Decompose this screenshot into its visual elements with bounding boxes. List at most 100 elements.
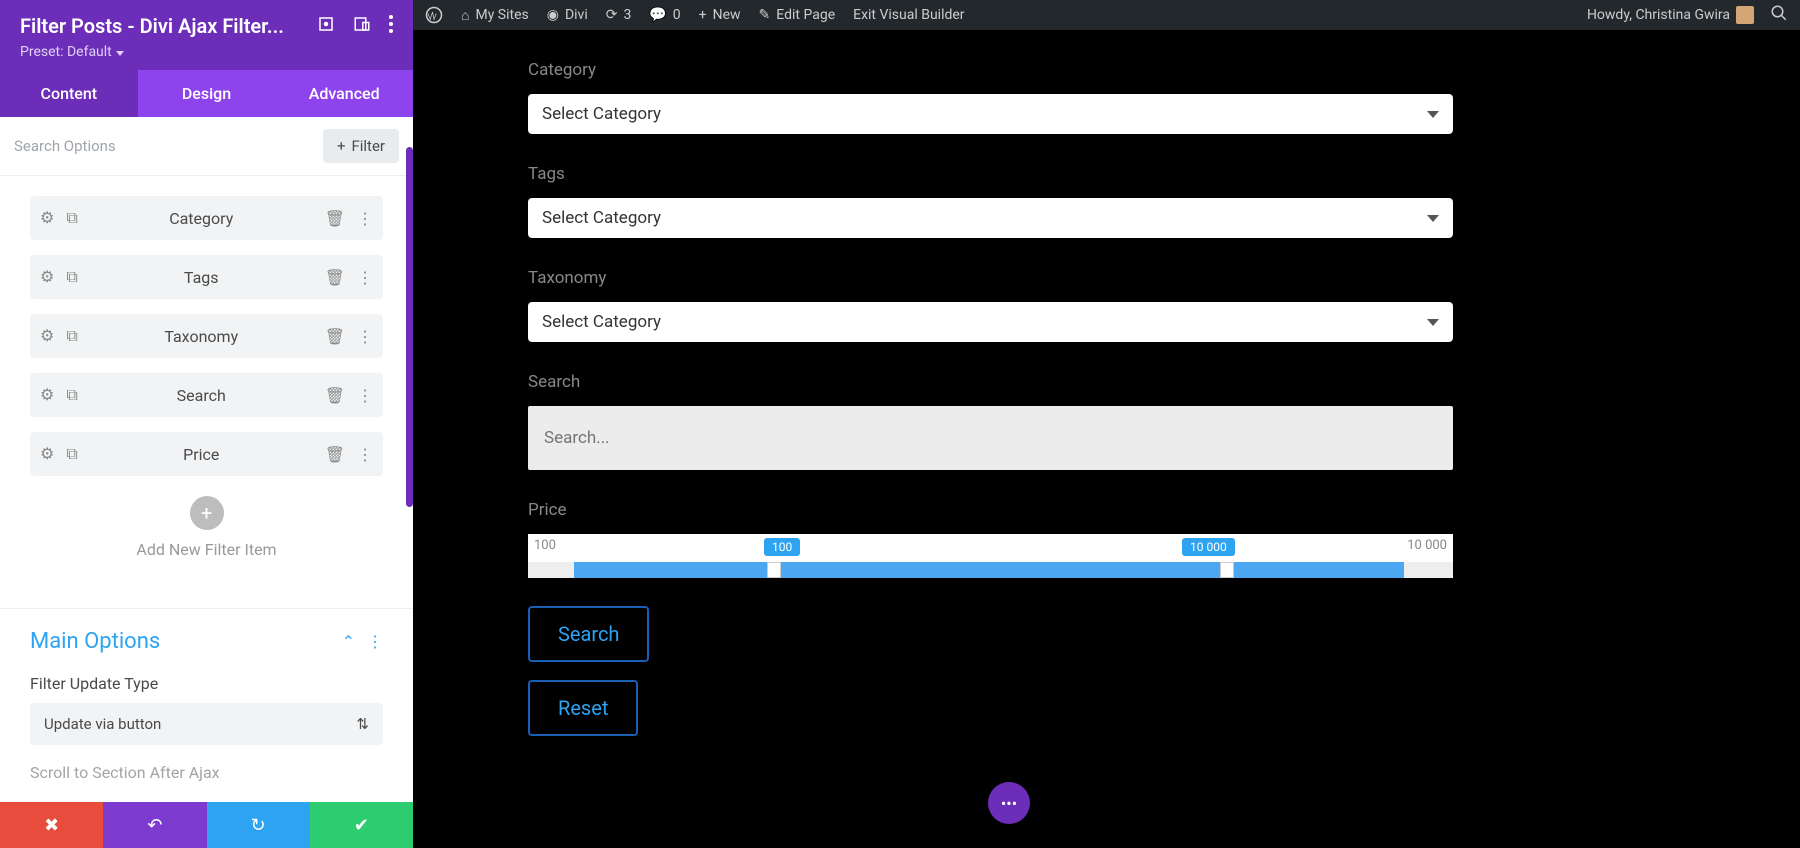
tab-content[interactable]: Content (0, 70, 138, 117)
expand-icon[interactable] (317, 15, 335, 37)
responsive-icon[interactable] (353, 15, 371, 37)
module-title: Filter Posts - Divi Ajax Filter... (20, 14, 284, 38)
taxonomy-select[interactable]: Select Category (528, 302, 1453, 342)
comments-link[interactable]: 💬0 (649, 7, 680, 23)
slider-handle-low[interactable] (767, 562, 781, 578)
save-button[interactable]: ✔ (310, 802, 413, 848)
search-options-label: Search Options (14, 137, 116, 155)
filter-item-label: Category (78, 209, 325, 228)
gear-icon[interactable]: ⚙ (40, 208, 54, 228)
main-options-section: Main Options ⌃⋮ Filter Update Type Updat… (0, 608, 413, 802)
trash-icon[interactable]: 🗑 (325, 445, 345, 464)
filter-item-label: Price (78, 445, 325, 464)
trash-icon[interactable]: 🗑 (325, 327, 345, 346)
more-icon[interactable]: ⋮ (367, 632, 383, 651)
more-icon[interactable]: ⋮ (357, 445, 373, 464)
taxonomy-label: Taxonomy (528, 268, 1453, 288)
filter-item[interactable]: ⚙ ⧉ Search 🗑 ⋮ (30, 373, 383, 417)
refresh-link[interactable]: ⟳3 (606, 7, 632, 23)
home-icon: ⌂ (461, 7, 469, 24)
add-new-filter: + Add New Filter Item (30, 496, 383, 559)
undo-icon: ↶ (147, 815, 162, 836)
settings-sidebar: Filter Posts - Divi Ajax Filter... Prese… (0, 0, 413, 848)
divi-fab-button[interactable]: ••• (988, 782, 1030, 824)
preset-selector[interactable]: Preset: Default (20, 44, 393, 60)
gear-icon[interactable]: ⚙ (40, 326, 54, 346)
filter-item[interactable]: ⚙ ⧉ Price 🗑 ⋮ (30, 432, 383, 476)
filter-item-label: Taxonomy (78, 327, 325, 346)
chevron-up-icon[interactable]: ⌃ (342, 632, 355, 651)
check-icon: ✔ (354, 815, 369, 836)
gear-icon[interactable]: ⚙ (40, 385, 54, 405)
redo-icon: ↻ (251, 815, 266, 836)
exit-vb-link[interactable]: Exit Visual Builder (853, 7, 964, 23)
undo-button[interactable]: ↶ (103, 802, 206, 848)
duplicate-icon[interactable]: ⧉ (66, 385, 77, 405)
filter-item[interactable]: ⚙ ⧉ Taxonomy 🗑 ⋮ (30, 314, 383, 358)
tab-advanced[interactable]: Advanced (275, 70, 413, 117)
filter-item[interactable]: ⚙ ⧉ Tags 🗑 ⋮ (30, 255, 383, 299)
plus-icon: + (337, 137, 346, 155)
sidebar-footer: ✖ ↶ ↻ ✔ (0, 802, 413, 848)
refresh-icon: ⟳ (606, 7, 618, 23)
main-options-title[interactable]: Main Options (30, 629, 160, 654)
search-input[interactable] (528, 406, 1453, 470)
trash-icon[interactable]: 🗑 (325, 268, 345, 287)
howdy-user[interactable]: Howdy, Christina Gwira (1587, 6, 1754, 24)
duplicate-icon[interactable]: ⧉ (66, 208, 77, 228)
new-link[interactable]: +New (699, 7, 741, 23)
edit-page-link[interactable]: ✎Edit Page (759, 7, 836, 23)
duplicate-icon[interactable]: ⧉ (66, 444, 77, 464)
more-icon[interactable]: ⋮ (357, 386, 373, 405)
price-slider[interactable]: 100 10 000 100 10 000 (528, 534, 1453, 578)
more-icon[interactable]: ⋮ (357, 268, 373, 287)
more-icon[interactable] (389, 15, 393, 37)
slider-handle-high[interactable] (1220, 562, 1234, 578)
category-select[interactable]: Select Category (528, 94, 1453, 134)
close-icon: ✖ (44, 815, 59, 836)
duplicate-icon[interactable]: ⧉ (66, 326, 77, 346)
gear-icon[interactable]: ⚙ (40, 267, 54, 287)
duplicate-icon[interactable]: ⧉ (66, 267, 77, 287)
more-icon[interactable]: ⋮ (357, 209, 373, 228)
page-preview: Category Select Category Tags Select Cat… (413, 30, 1800, 848)
more-icon[interactable]: ⋮ (357, 327, 373, 346)
wp-admin-bar: ⌂My Sites ◉Divi ⟳3 💬0 +New ✎Edit Page Ex… (413, 0, 1800, 30)
search-button[interactable]: Search (528, 606, 649, 662)
wp-logo-icon[interactable] (425, 6, 443, 24)
comment-icon: 💬 (649, 7, 666, 23)
add-filter-circle-button[interactable]: + (190, 496, 224, 530)
dots-icon: ••• (1001, 794, 1017, 813)
reset-button[interactable]: Reset (528, 680, 638, 736)
gear-icon[interactable]: ⚙ (40, 444, 54, 464)
add-filter-button[interactable]: +Filter (323, 129, 399, 163)
price-max-label: 10 000 (1407, 538, 1447, 553)
price-high-bubble: 10 000 (1182, 538, 1235, 556)
chevron-down-icon (1427, 215, 1439, 222)
tab-design[interactable]: Design (138, 70, 276, 117)
pencil-icon: ✎ (759, 7, 771, 23)
scrollbar[interactable] (406, 147, 413, 507)
search-label: Search (528, 372, 1453, 392)
filter-list: ⚙ ⧉ Category 🗑 ⋮ ⚙ ⧉ Tags 🗑 ⋮ ⚙ ⧉ Taxonomy 🗑 ⋮… (0, 176, 413, 608)
category-label: Category (528, 60, 1453, 80)
sidebar-header: Filter Posts - Divi Ajax Filter... Prese… (0, 0, 413, 70)
chevron-down-icon (1427, 111, 1439, 118)
divi-link[interactable]: ◉Divi (547, 7, 588, 23)
scroll-to-section-label: Scroll to Section After Ajax (30, 763, 383, 782)
tags-select[interactable]: Select Category (528, 198, 1453, 238)
filter-update-type-select[interactable]: Update via button⇅ (30, 703, 383, 745)
filter-item[interactable]: ⚙ ⧉ Category 🗑 ⋮ (30, 196, 383, 240)
filter-item-label: Search (78, 386, 325, 405)
slider-fill (574, 562, 1404, 578)
my-sites-link[interactable]: ⌂My Sites (461, 7, 529, 24)
redo-button[interactable]: ↻ (207, 802, 310, 848)
trash-icon[interactable]: 🗑 (325, 209, 345, 228)
filter-item-label: Tags (78, 268, 325, 287)
tags-label: Tags (528, 164, 1453, 184)
cancel-button[interactable]: ✖ (0, 802, 103, 848)
trash-icon[interactable]: 🗑 (325, 386, 345, 405)
gauge-icon: ◉ (547, 7, 559, 23)
price-min-label: 100 (534, 538, 556, 553)
search-icon[interactable] (1770, 4, 1788, 26)
